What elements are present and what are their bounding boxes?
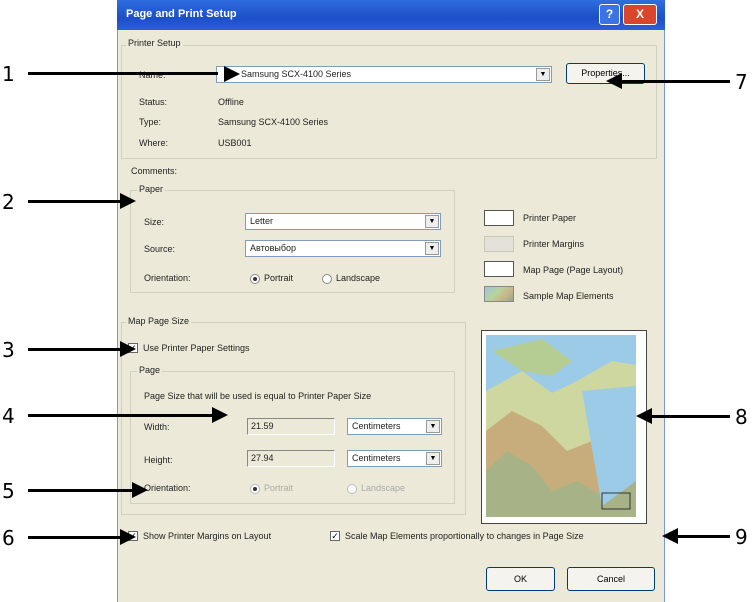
callout-number-2: 2 [2,190,15,214]
arrow-head-icon [120,529,136,545]
callout-number-7: 7 [735,70,748,94]
printer-name-value: Samsung SCX-4100 Series [241,69,352,79]
arrow-head-icon [212,407,228,423]
callout-arrow-8 [652,415,730,418]
type-value: Samsung SCX-4100 Series [218,117,329,127]
status-label: Status: [139,97,168,107]
sample-elements-legend: Sample Map Elements [523,291,614,301]
width-label: Width: [144,422,170,432]
map-preview [481,330,647,524]
arrow-head-icon [224,66,240,82]
height-units-select[interactable]: Centimeters ▼ [347,450,442,467]
arrow-head-icon [120,193,136,209]
page-group-label: Page [137,365,163,375]
callout-arrow-5 [28,489,132,492]
status-value: Offline [218,97,244,107]
callout-arrow-3 [28,348,120,351]
printer-paper-swatch [484,210,514,226]
paper-orientation-label: Orientation: [144,273,191,283]
height-units-value: Centimeters [352,453,401,463]
paper-size-select[interactable]: Letter ▼ [245,213,441,230]
callout-number-3: 3 [2,338,15,362]
type-label: Type: [139,117,162,127]
map-page-legend: Map Page (Page Layout) [523,265,624,275]
printer-name-select[interactable]: Samsung SCX-4100 Series ▼ [216,66,552,83]
printer-margins-swatch [484,236,514,252]
paper-source-value: Автовыбор [250,243,297,253]
printer-margins-legend: Printer Margins [523,239,585,249]
arrow-head-icon [120,341,136,357]
comments-label: Comments: [131,166,178,176]
chevron-down-icon[interactable]: ▼ [426,420,440,433]
show-margins-label: Show Printer Margins on Layout [143,531,272,541]
paper-size-value: Letter [250,216,274,226]
page-landscape-label: Landscape [361,483,406,493]
width-value: 21.59 [251,421,274,431]
map-page-size-label: Map Page Size [126,316,192,326]
scale-elements-checkbox[interactable]: ✓ [330,531,340,541]
callout-number-5: 5 [2,479,15,503]
callout-number-6: 6 [2,526,15,550]
page-size-info: Page Size that will be used is equal to … [144,391,372,401]
callout-number-9: 9 [735,525,748,549]
paper-label: Paper [137,184,166,194]
chevron-down-icon[interactable]: ▼ [426,452,440,465]
scale-elements-label: Scale Map Elements proportionally to cha… [345,531,584,541]
callout-number-1: 1 [2,62,15,86]
ok-button[interactable]: OK [486,567,555,591]
printer-paper-legend: Printer Paper [523,213,577,223]
window-title: Page and Print Setup [126,8,237,20]
source-label: Source: [144,244,176,254]
width-field[interactable]: 21.59 [247,418,335,435]
use-printer-settings-label: Use Printer Paper Settings [143,343,250,353]
chevron-down-icon[interactable]: ▼ [425,242,439,255]
page-landscape-radio [347,484,357,494]
callout-arrow-1 [28,72,218,75]
callout-arrow-9 [678,535,730,538]
chevron-down-icon[interactable]: ▼ [536,68,550,81]
callout-arrow-2 [28,200,120,203]
sample-map-swatch [484,286,514,302]
cancel-button[interactable]: Cancel [567,567,655,591]
where-label: Where: [139,138,169,148]
height-label: Height: [144,455,173,465]
paper-source-select[interactable]: Автовыбор ▼ [245,240,441,257]
map-preview-image [486,335,636,517]
arrow-head-icon [636,408,652,424]
page-portrait-radio [250,484,260,494]
where-value: USB001 [218,138,252,148]
portrait-radio[interactable] [250,274,260,284]
close-button[interactable]: X [623,4,657,25]
callout-number-4: 4 [2,404,15,428]
page-portrait-label: Portrait [264,483,294,493]
arrow-head-icon [662,528,678,544]
callout-arrow-4 [28,414,212,417]
height-field[interactable]: 27.94 [247,450,335,467]
width-units-select[interactable]: Centimeters ▼ [347,418,442,435]
landscape-radio-label: Landscape [336,273,381,283]
map-page-swatch [484,261,514,277]
height-value: 27.94 [251,453,274,463]
callout-arrow-6 [28,536,120,539]
callout-arrow-7 [622,80,730,83]
size-label: Size: [144,217,165,227]
page-orientation-label: Orientation: [144,483,191,493]
callout-number-8: 8 [735,405,748,429]
help-button[interactable]: ? [599,4,620,25]
portrait-radio-label: Portrait [264,273,294,283]
width-units-value: Centimeters [352,421,401,431]
landscape-radio[interactable] [322,274,332,284]
arrow-head-icon [132,482,148,498]
arrow-head-icon [606,73,622,89]
printer-setup-label: Printer Setup [126,38,183,48]
chevron-down-icon[interactable]: ▼ [425,215,439,228]
